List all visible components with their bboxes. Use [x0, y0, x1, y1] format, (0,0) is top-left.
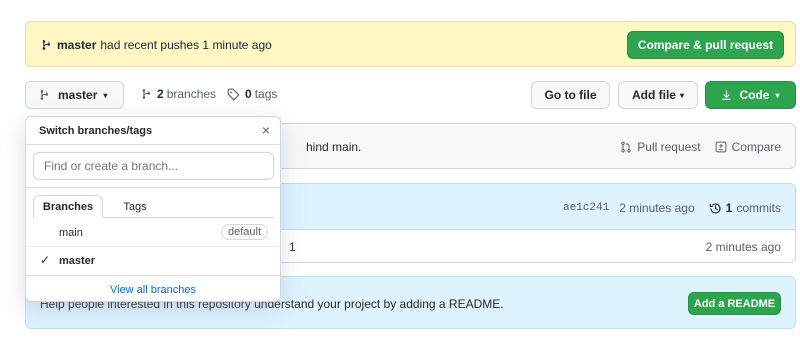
branch-item-main[interactable]: main default — [26, 219, 280, 247]
branches-link[interactable]: 2 branches — [140, 87, 216, 101]
add-file-button[interactable]: Add file ▾ — [618, 81, 698, 109]
compare-link[interactable]: Compare — [715, 140, 781, 154]
chevron-down-icon: ▾ — [679, 90, 684, 100]
branch-icon — [140, 88, 152, 100]
dropdown-title: Switch branches/tags — [39, 125, 153, 137]
commit-time: 2 minutes ago — [619, 201, 695, 215]
default-badge: default — [220, 224, 268, 240]
branches-count: 2 — [157, 87, 164, 101]
check-icon: ✓ — [40, 253, 51, 267]
branch-search-input[interactable] — [33, 152, 274, 180]
behind-main-text: hind main. — [306, 140, 362, 154]
compare-label: Compare — [731, 140, 781, 154]
compare-pull-request-label: Compare & pull request — [637, 38, 774, 52]
view-all-branches-link[interactable]: View all branches — [26, 275, 280, 303]
recent-push-branch[interactable]: master — [57, 38, 96, 52]
recent-push-banner: master had recent pushes 1 minute ago Co… — [25, 21, 796, 67]
branch-item-master[interactable]: ✓ master — [26, 247, 280, 275]
code-label: Code — [739, 88, 770, 102]
branch-item-name: master — [59, 255, 96, 267]
add-readme-label: Add a README — [693, 297, 776, 310]
history-icon — [709, 202, 722, 215]
tab-tags[interactable]: Tags — [115, 195, 155, 218]
recent-push-text: master had recent pushes 1 minute ago — [40, 38, 272, 52]
download-icon — [721, 89, 732, 101]
add-file-label: Add file — [631, 88, 676, 102]
chevron-down-icon: ▾ — [775, 90, 780, 100]
pull-request-link[interactable]: Pull request — [620, 140, 701, 154]
go-to-file-label: Go to file — [544, 88, 597, 102]
recent-push-message: had recent pushes 1 minute ago — [100, 38, 272, 52]
dropdown-header: Switch branches/tags × — [26, 117, 280, 145]
add-readme-button[interactable]: Add a README — [688, 292, 781, 315]
commit-sha[interactable]: ae1c241 — [563, 202, 609, 214]
chevron-down-icon: ▾ — [103, 90, 108, 100]
divider — [26, 187, 280, 188]
pull-request-icon — [620, 141, 632, 153]
commits-link[interactable]: 1 commits — [709, 201, 781, 215]
branch-switcher-dropdown: Switch branches/tags × Branches Tags mai… — [25, 116, 281, 302]
branch-item-name: main — [59, 227, 83, 239]
branch-select-label: master — [58, 88, 98, 102]
tag-icon — [227, 88, 240, 101]
file-row-text: 1 — [289, 240, 296, 254]
branches-label: branches — [166, 87, 217, 101]
branch-icon — [38, 89, 50, 101]
pull-request-label: Pull request — [637, 140, 701, 154]
commits-count: 1 — [725, 201, 733, 215]
close-icon[interactable]: × — [262, 122, 270, 138]
code-button[interactable]: Code ▾ — [705, 81, 796, 109]
file-row-time: 2 minutes ago — [705, 240, 781, 254]
go-to-file-button[interactable]: Go to file — [531, 81, 610, 109]
commits-label: commits — [736, 201, 781, 215]
compare-icon — [715, 141, 727, 153]
dropdown-tabs: Branches Tags — [33, 195, 274, 218]
tab-branches[interactable]: Branches — [33, 195, 103, 218]
tags-count: 0 — [245, 87, 252, 101]
branch-select-button[interactable]: master ▾ — [25, 81, 124, 109]
tags-link[interactable]: 0 tags — [227, 87, 277, 101]
compare-pull-request-button[interactable]: Compare & pull request — [627, 31, 784, 59]
branch-icon — [40, 39, 52, 51]
tags-label: tags — [254, 87, 278, 101]
